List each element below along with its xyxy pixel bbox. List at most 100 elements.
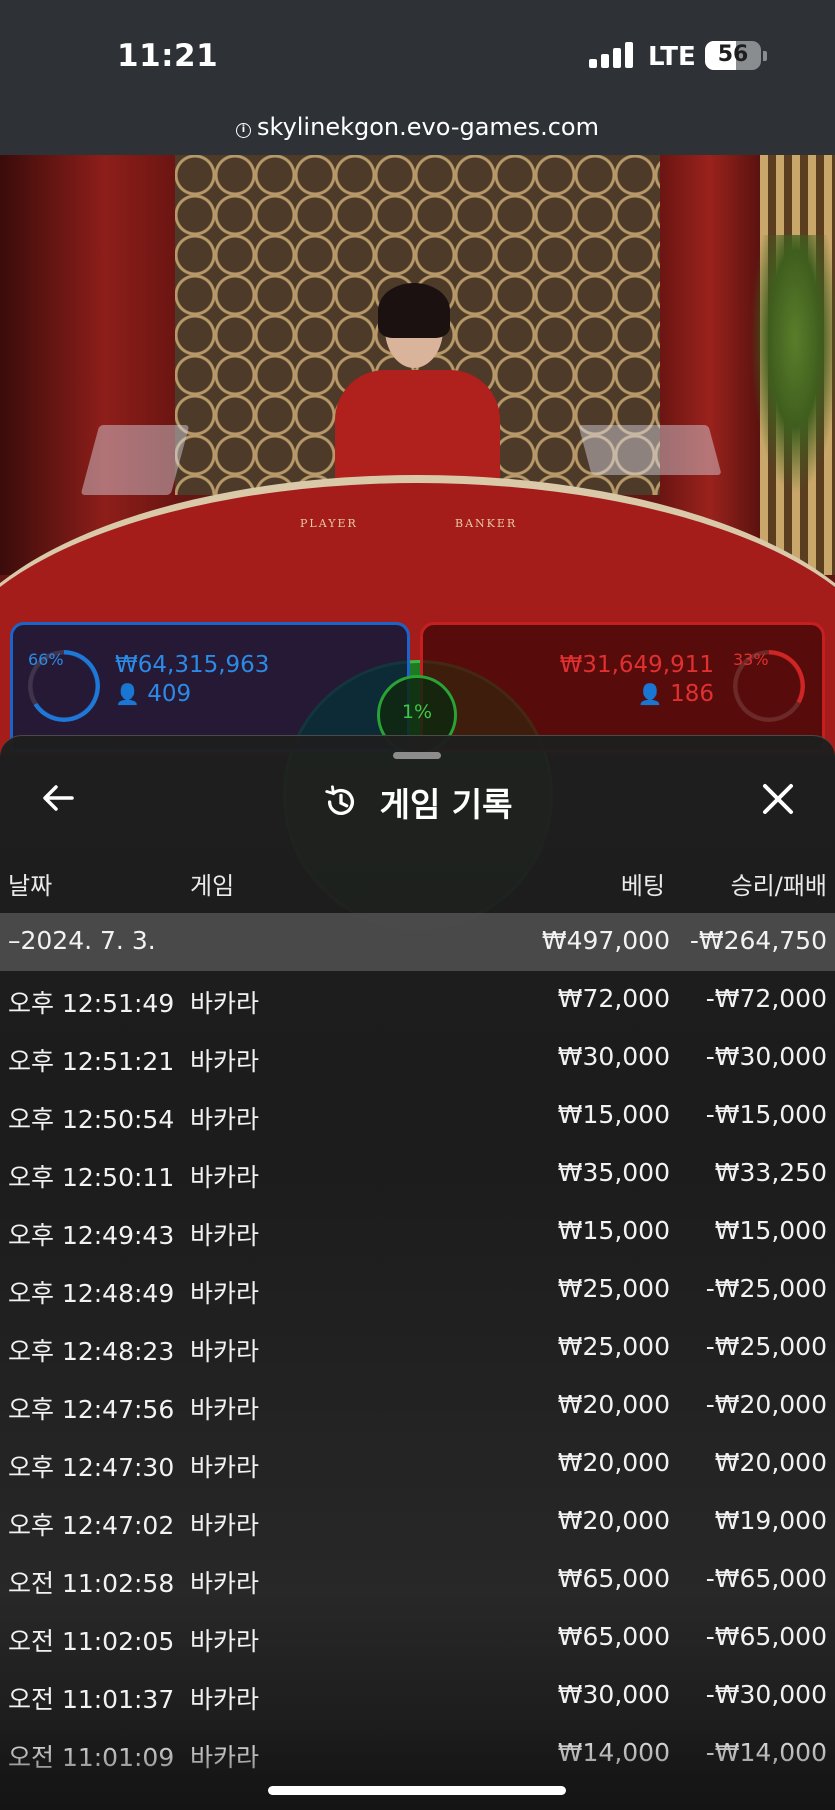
history-row[interactable]: 오전 11:01:09 바카라 ₩14,000 -₩14,000 [0, 1725, 835, 1783]
row-game: 바카라 [190, 1511, 260, 1540]
history-row[interactable]: 오후 12:48:23 바카라 ₩25,000 -₩25,000 [0, 1319, 835, 1377]
column-header-game: 게임 [190, 872, 235, 900]
history-row[interactable]: 오전 11:02:58 바카라 ₩65,000 -₩65,000 [0, 1551, 835, 1609]
sheet-title: 게임 기록 [379, 785, 513, 824]
day-result-total: -₩264,750 [689, 926, 827, 955]
player-bet-area[interactable]: ₩64,315,963 👤 409 66% [10, 622, 410, 752]
network-type: LTE [648, 42, 696, 72]
history-row[interactable]: 오전 11:02:05 바카라 ₩65,000 -₩65,000 [0, 1609, 835, 1667]
row-time: 오후 12:47:02 [8, 1511, 175, 1540]
row-result: -₩20,000 [705, 1390, 827, 1419]
player-count: 👤 409 [115, 681, 191, 707]
row-bet: ₩15,000 [557, 1100, 670, 1129]
tie-percent: 1% [401, 701, 433, 723]
row-game: 바카라 [190, 1105, 260, 1134]
row-result: -₩30,000 [705, 1042, 827, 1071]
history-row[interactable]: 오후 12:51:49 바카라 ₩72,000 -₩72,000 [0, 971, 835, 1029]
row-bet: ₩30,000 [557, 1042, 670, 1071]
history-row[interactable]: 오후 12:47:02 바카라 ₩20,000 ₩19,000 [0, 1493, 835, 1551]
row-bet: ₩72,000 [557, 984, 670, 1013]
row-time: 오전 11:02:58 [8, 1569, 175, 1598]
row-bet: ₩20,000 [557, 1448, 670, 1477]
user-icon: 👤 [637, 682, 663, 706]
close-button[interactable] [757, 778, 799, 820]
row-time: 오후 12:50:54 [8, 1105, 175, 1134]
history-row[interactable]: 오후 12:47:56 바카라 ₩20,000 -₩20,000 [0, 1377, 835, 1435]
row-bet: ₩20,000 [557, 1390, 670, 1419]
row-result: -₩30,000 [705, 1680, 827, 1709]
history-row[interactable]: 오후 12:49:43 바카라 ₩15,000 ₩15,000 [0, 1203, 835, 1261]
row-bet: ₩20,000 [557, 1506, 670, 1535]
row-game: 바카라 [190, 1337, 260, 1366]
row-time: 오후 12:47:56 [8, 1395, 175, 1424]
row-result: -₩25,000 [705, 1332, 827, 1361]
row-game: 바카라 [190, 989, 260, 1018]
row-bet: ₩25,000 [557, 1332, 670, 1361]
row-game: 바카라 [190, 1047, 260, 1076]
banker-percent: 33% [733, 650, 769, 669]
row-bet: ₩25,000 [557, 1274, 670, 1303]
row-game: 바카라 [190, 1453, 260, 1482]
game-history-sheet: 게임 기록 날짜 게임 베팅 승리/패배 –2024. 7. 3. ₩497,0… [0, 735, 835, 1810]
player-total-amount: ₩64,315,963 [115, 652, 270, 678]
history-icon [325, 785, 355, 815]
row-result: -₩14,000 [705, 1738, 827, 1767]
row-result: -₩65,000 [705, 1622, 827, 1651]
plant [750, 235, 835, 495]
row-game: 바카라 [190, 1395, 260, 1424]
row-time: 오후 12:48:23 [8, 1337, 175, 1366]
row-result: -₩72,000 [705, 984, 827, 1013]
history-row[interactable]: 오후 12:48:49 바카라 ₩25,000 -₩25,000 [0, 1261, 835, 1319]
row-game: 바카라 [190, 1743, 260, 1772]
history-row[interactable]: 오후 12:47:30 바카라 ₩20,000 ₩20,000 [0, 1435, 835, 1493]
row-time: 오전 11:02:05 [8, 1627, 175, 1656]
column-header-result: 승리/패배 [730, 872, 827, 900]
row-bet: ₩30,000 [557, 1680, 670, 1709]
battery-icon: 56 [705, 41, 761, 70]
row-time: 오전 11:01:37 [8, 1685, 175, 1714]
history-row[interactable]: 오후 12:51:21 바카라 ₩30,000 -₩30,000 [0, 1029, 835, 1087]
info-icon[interactable]: i [236, 123, 252, 138]
close-icon [763, 784, 793, 814]
row-game: 바카라 [190, 1221, 260, 1250]
sheet-header: 게임 기록 [0, 778, 835, 826]
dealer-hair [378, 283, 450, 338]
history-row[interactable]: 오후 12:50:54 바카라 ₩15,000 -₩15,000 [0, 1087, 835, 1145]
column-header-bet: 베팅 [620, 872, 665, 900]
sheet-grabber[interactable] [393, 752, 441, 759]
day-summary-row[interactable]: –2024. 7. 3. ₩497,000 -₩264,750 [0, 913, 835, 971]
cellular-signal-icon [589, 42, 633, 68]
row-result: ₩20,000 [714, 1448, 827, 1477]
row-game: 바카라 [190, 1279, 260, 1308]
history-row[interactable]: 오전 11:01:37 바카라 ₩30,000 -₩30,000 [0, 1667, 835, 1725]
row-result: ₩19,000 [714, 1506, 827, 1535]
banker-count: 👤 186 [638, 681, 714, 707]
row-game: 바카라 [190, 1569, 260, 1598]
row-bet: ₩65,000 [557, 1622, 670, 1651]
table-label-player: PLAYER [300, 517, 358, 530]
row-result: -₩15,000 [705, 1100, 827, 1129]
row-result: -₩65,000 [705, 1564, 827, 1593]
player-percent: 66% [28, 650, 64, 669]
row-time: 오전 11:01:09 [8, 1743, 175, 1772]
row-game: 바카라 [190, 1627, 260, 1656]
row-time: 오후 12:49:43 [8, 1221, 175, 1250]
row-time: 오후 12:51:21 [8, 1047, 175, 1076]
row-result: -₩25,000 [705, 1274, 827, 1303]
row-result: ₩33,250 [714, 1158, 827, 1187]
banker-bet-area[interactable]: ₩31,649,911 👤 186 33% [420, 622, 825, 752]
user-icon: 👤 [115, 682, 140, 706]
history-row[interactable]: 오후 12:50:11 바카라 ₩35,000 ₩33,250 [0, 1145, 835, 1203]
day-bet-total: ₩497,000 [541, 926, 670, 955]
banker-total-amount: ₩31,649,911 [559, 652, 714, 678]
address-bar[interactable]: i skylinekgon.evo-games.com [0, 113, 835, 141]
home-indicator[interactable] [268, 1786, 566, 1795]
battery-level: 56 [717, 42, 749, 67]
row-bet: ₩35,000 [557, 1158, 670, 1187]
url-text: skylinekgon.evo-games.com [257, 113, 599, 141]
day-date: –2024. 7. 3. [8, 926, 156, 955]
column-header-date: 날짜 [8, 872, 53, 900]
row-time: 오후 12:50:11 [8, 1163, 175, 1192]
row-time: 오후 12:48:49 [8, 1279, 175, 1308]
clock: 11:21 [117, 38, 219, 74]
